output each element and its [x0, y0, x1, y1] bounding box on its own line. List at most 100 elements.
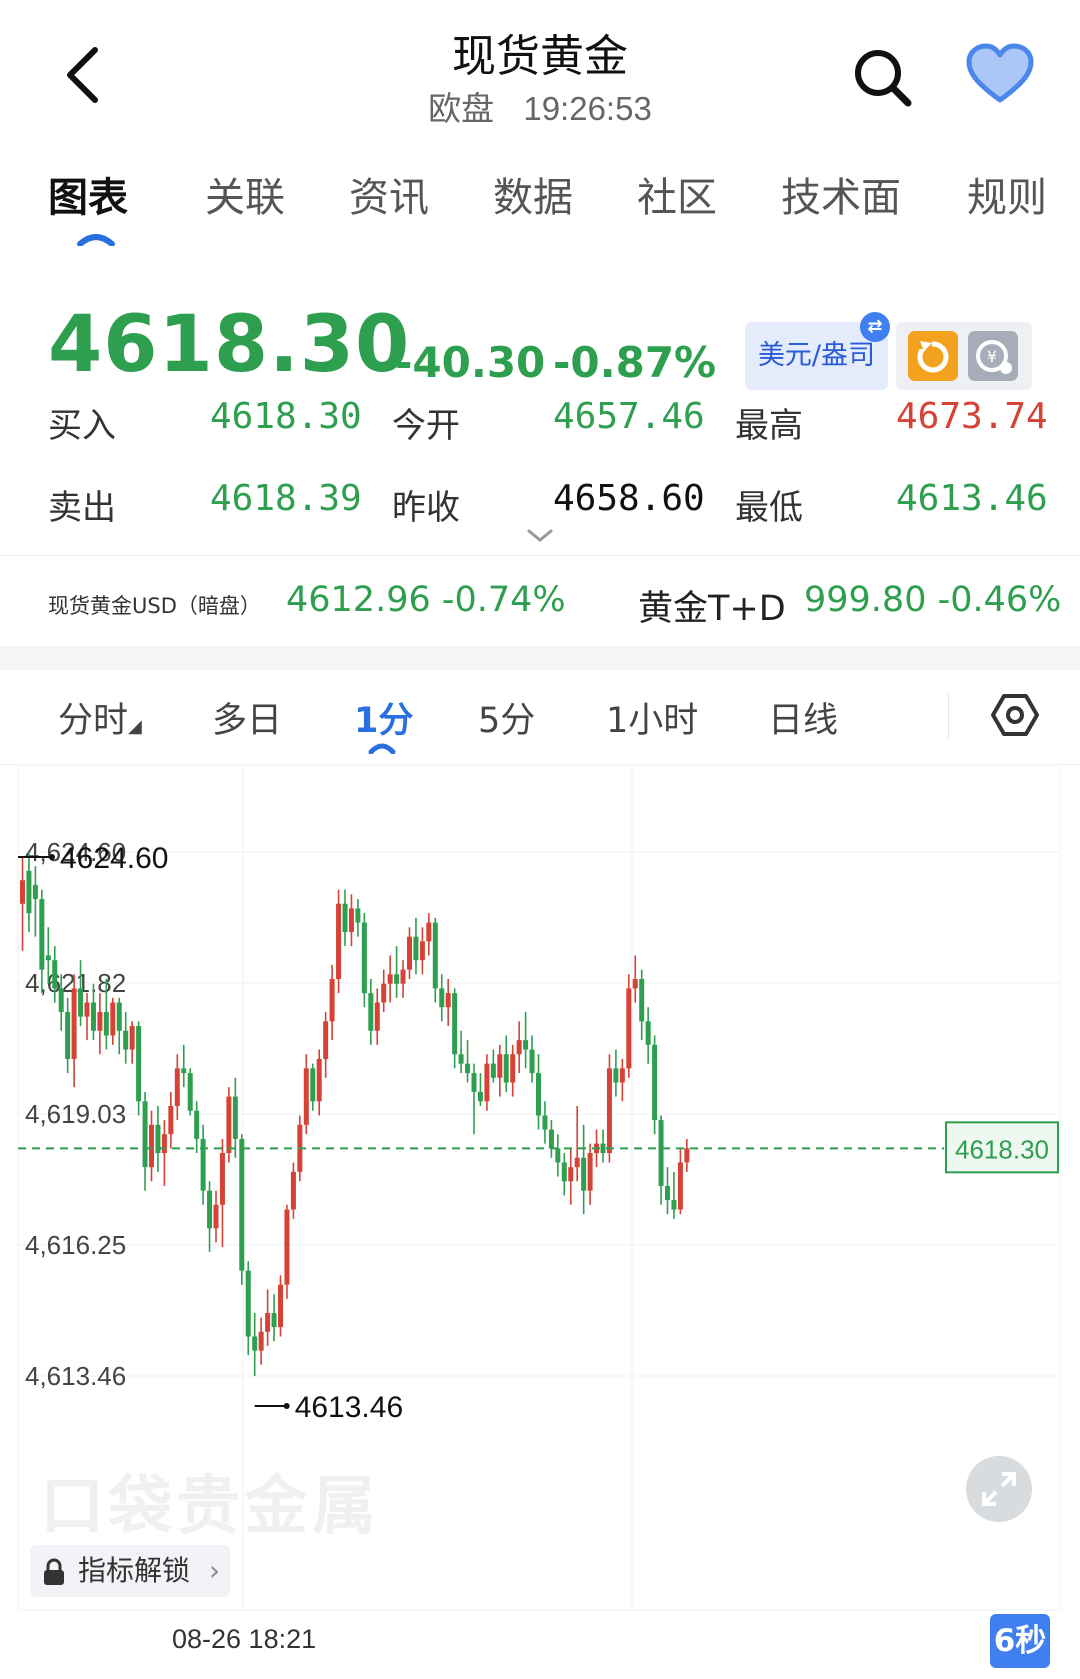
ask-value: 4618.39 [210, 478, 362, 519]
candle-body [677, 1162, 683, 1210]
candle-body [568, 1167, 574, 1182]
tab-related[interactable]: 关联 [205, 165, 285, 223]
candle-body [290, 1171, 296, 1210]
refresh-icon[interactable] [908, 331, 958, 381]
swap-icon[interactable]: ⇄ [860, 312, 890, 342]
tab-chart[interactable]: 图表 [48, 165, 128, 223]
candle-body [497, 1054, 503, 1078]
price-change: -40.30 [395, 338, 546, 387]
candle-body [103, 1011, 109, 1036]
candle-body [484, 1063, 490, 1102]
settings-hexagon-icon[interactable] [990, 690, 1040, 740]
y-axis-tick: 4,619.03 [25, 1099, 126, 1129]
chart-frame [17, 766, 1061, 1611]
period-selector [0, 670, 1080, 765]
active-tab-indicator [77, 234, 115, 246]
candle-body [639, 979, 645, 1022]
bid-value: 4618.30 [210, 396, 362, 437]
low-marker-label: 4613.46 [295, 1391, 403, 1424]
expand-chevron-icon[interactable] [526, 528, 554, 544]
candle-body [116, 1002, 122, 1031]
period-daily[interactable]: 日线 [768, 692, 838, 743]
tab-data[interactable]: 数据 [493, 165, 573, 223]
candle-body [45, 955, 51, 961]
candle-body [645, 1021, 651, 1045]
divider [948, 692, 949, 740]
period-1hour[interactable]: 1小时 [606, 692, 698, 743]
candle-body [78, 988, 84, 1017]
candle-body [477, 1091, 483, 1102]
high-marker-dot [49, 854, 55, 860]
favorite-heart-icon[interactable] [965, 42, 1035, 108]
candle-body [503, 1054, 509, 1083]
candle-body [574, 1157, 580, 1168]
exchange-rate-icon[interactable]: ¥ [968, 331, 1018, 381]
candle-body [613, 1068, 619, 1083]
prev-close-value: 4658.60 [553, 478, 705, 519]
candle-body [439, 988, 445, 1008]
clock-label: 19:26:53 [523, 90, 652, 127]
candle-body [219, 1153, 225, 1205]
candle-body [587, 1153, 593, 1191]
candle-body [232, 1096, 238, 1139]
tab-rules[interactable]: 规则 [967, 165, 1047, 223]
candle-body [413, 936, 419, 961]
search-icon[interactable] [850, 45, 916, 111]
candlestick-chart[interactable]: 4,624.604,621.824,619.034,616.254,613.46… [0, 766, 1080, 1679]
period-intraday[interactable]: 分时◢ [58, 692, 142, 743]
fullscreen-icon[interactable] [966, 1456, 1032, 1522]
candle-body [252, 1336, 258, 1351]
candle-body [368, 993, 374, 1031]
candle-body [361, 922, 367, 994]
candle-body [348, 908, 354, 932]
period-multiday[interactable]: 多日 [212, 692, 282, 743]
candle-body [20, 880, 25, 904]
candle-body [684, 1148, 690, 1163]
tab-community[interactable]: 社区 [637, 165, 717, 223]
last-price-label: 4618.30 [955, 1134, 1049, 1164]
candle-body [39, 899, 45, 970]
candle-body [652, 1044, 658, 1121]
candle-body [600, 1143, 606, 1154]
candle-body [187, 1073, 193, 1111]
candle-body [426, 922, 432, 942]
candle-body [26, 870, 32, 914]
candle-body [336, 903, 342, 980]
candle-body [626, 988, 632, 1069]
candle-body [458, 1054, 464, 1064]
candle-body [310, 1068, 316, 1102]
tab-news[interactable]: 资讯 [349, 165, 429, 223]
candle-body [71, 988, 77, 1059]
candle-body [548, 1129, 554, 1149]
bid-label: 买入 [48, 406, 116, 446]
candle-body [129, 1026, 135, 1050]
candle-body [523, 1040, 529, 1050]
candle-body [658, 1120, 664, 1186]
candle-body [174, 1068, 180, 1107]
prev-close-label: 昨收 [392, 488, 460, 528]
candle-body [606, 1068, 612, 1154]
candle-body [323, 1021, 329, 1059]
tab-technical[interactable]: 技术面 [781, 165, 901, 223]
candle-body [213, 1204, 219, 1229]
candle-body [58, 988, 64, 1012]
candle-body [419, 941, 425, 961]
related-td-value: 999.80 -0.46% [804, 580, 1062, 620]
period-5min[interactable]: 5分 [478, 692, 535, 743]
related-dark-pool-label: 现货黄金USD（暗盘） [48, 594, 261, 618]
x-axis-tick: 08-26 18:21 [172, 1624, 317, 1654]
candle-body [671, 1200, 677, 1210]
page-title: 现货黄金 [452, 31, 628, 82]
candle-body [284, 1209, 290, 1285]
candle-body [194, 1110, 200, 1139]
candle-body [471, 1073, 477, 1092]
period-1min[interactable]: 1分 [354, 692, 413, 743]
candle-body [239, 1138, 245, 1271]
candle-body [619, 1068, 625, 1083]
open-value: 4657.46 [553, 396, 705, 437]
session-label: 欧盘 [428, 90, 495, 127]
candle-body [342, 903, 348, 932]
candle-body [316, 1058, 322, 1102]
refresh-interval-badge[interactable]: 6秒 [990, 1614, 1050, 1668]
candle-body [665, 1185, 670, 1201]
